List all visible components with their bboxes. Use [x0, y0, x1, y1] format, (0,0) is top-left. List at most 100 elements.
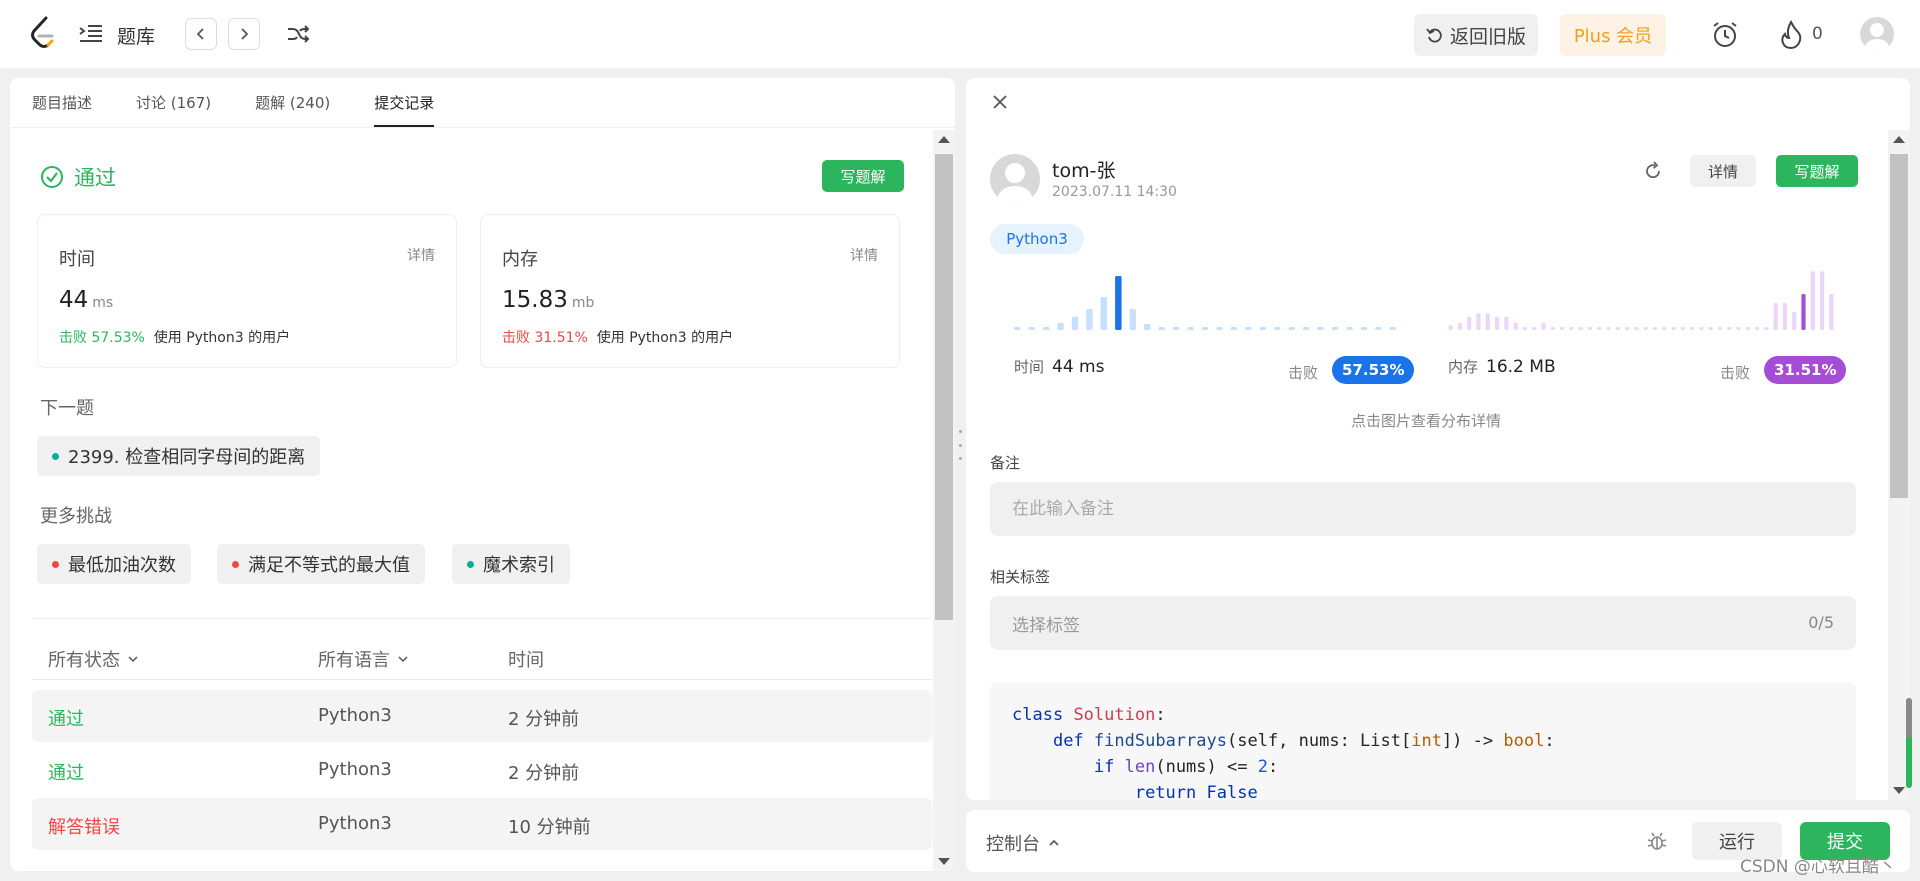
console-label: 控制台 [986, 834, 1040, 855]
handle-dot [958, 457, 962, 460]
row-language: Python3 [318, 759, 392, 780]
submitter-avatar[interactable] [990, 154, 1040, 204]
row-status[interactable]: 通过 [48, 759, 84, 785]
left-scrollbar[interactable] [933, 130, 955, 871]
histogram-bar [1671, 327, 1676, 330]
histogram-bar [1448, 325, 1453, 330]
console-toggle[interactable]: 控制台 [986, 830, 1060, 856]
histogram-bar [1317, 327, 1324, 330]
histogram-bar [1129, 309, 1136, 330]
histogram-bar [1587, 327, 1592, 330]
note-field[interactable] [990, 482, 1856, 536]
scroll-down-icon[interactable] [938, 858, 950, 865]
row-time: 2 分钟前 [508, 709, 580, 730]
histogram-bar [1820, 271, 1825, 330]
histogram-bar [1662, 327, 1667, 330]
histogram-bar [1172, 327, 1180, 330]
table-row[interactable]: 解答错误 Python3 10 分钟前 [32, 798, 932, 850]
runtime-beat: 击败 57.53% 使用 Python3 的用户 [59, 327, 290, 347]
memory-beat-pct: 31.51% [534, 330, 588, 346]
note-input[interactable] [1012, 499, 1834, 519]
tab-description[interactable]: 题目描述 [32, 92, 92, 127]
memory-distribution-chart[interactable] [1446, 270, 1836, 330]
leetcode-logo-icon[interactable] [28, 16, 58, 50]
histogram-bar [1680, 327, 1685, 330]
problem-tabs: 题目描述 讨论 (167) 题解 (240) 提交记录 [10, 78, 955, 128]
tag-select[interactable]: 选择标签 0/5 [990, 596, 1856, 650]
problem-list-icon[interactable] [78, 22, 104, 46]
chevron-left-icon [196, 28, 204, 40]
code-builtin: len [1124, 757, 1156, 777]
histogram-bar [1057, 322, 1064, 330]
write-solution-button[interactable]: 写题解 [1776, 155, 1858, 187]
scroll-up-icon[interactable] [938, 136, 950, 143]
scroll-thumb[interactable] [935, 154, 953, 620]
table-row[interactable]: 通过 Python3 2 分钟前 [32, 690, 932, 742]
tags-label: 相关标签 [990, 568, 1051, 586]
code-keyword: if [1093, 757, 1115, 777]
tab-solutions[interactable]: 题解 (240) [255, 92, 330, 127]
next-problem-chip[interactable]: 2399. 检查相同字母间的距离 [37, 436, 321, 476]
time-column-label: 时间 [508, 650, 544, 671]
scroll-down-icon[interactable] [1893, 787, 1905, 794]
submission-date: 2023.07.11 14:30 [1052, 184, 1177, 200]
runtime-detail-link[interactable]: 详情 [407, 245, 435, 265]
histogram-bar [1495, 316, 1500, 330]
histogram-bar [1578, 327, 1583, 330]
problem-bank-link[interactable]: 题库 [117, 22, 155, 49]
status-filter[interactable]: 所有状态 [48, 646, 139, 672]
histogram-bar [1071, 316, 1079, 330]
next-problem-button[interactable] [228, 18, 260, 50]
result-status: 通过 [40, 162, 116, 192]
challenge-chip[interactable]: 满足不等式的最大值 [217, 544, 425, 584]
histogram-bar [1745, 327, 1750, 330]
histogram-bar [1522, 327, 1527, 330]
old-version-button[interactable]: 返回旧版 [1414, 14, 1538, 56]
code-keyword: def [1052, 731, 1084, 751]
panel-resize-handle[interactable] [956, 430, 964, 460]
challenge-title: 满足不等式的最大值 [248, 555, 410, 576]
old-version-label: 返回旧版 [1449, 25, 1526, 48]
code-viewer[interactable]: class Solution: def findSubarrays(self, … [990, 682, 1856, 800]
row-language: Python3 [318, 705, 392, 726]
scroll-up-icon[interactable] [1893, 136, 1905, 143]
runtime-card: 时间 详情 44 ms 击败 57.53% 使用 Python3 的用户 [37, 214, 457, 368]
alarm-clock-icon[interactable] [1710, 20, 1740, 50]
row-time: 2 分钟前 [508, 763, 580, 784]
challenge-title: 魔术索引 [483, 555, 555, 576]
row-status[interactable]: 解答错误 [48, 813, 120, 839]
memory-detail-link[interactable]: 详情 [850, 245, 878, 265]
code-type: bool [1503, 731, 1545, 751]
histogram-bar [1625, 327, 1630, 330]
table-row[interactable]: 通过 Python3 2 分钟前 [32, 744, 932, 796]
memory-beat-suffix: 使用 Python3 的用户 [596, 330, 734, 346]
detail-button[interactable]: 详情 [1690, 155, 1756, 187]
submitter-name[interactable]: tom-张 [1052, 156, 1115, 183]
scroll-thumb[interactable] [1890, 154, 1908, 498]
close-icon[interactable] [990, 92, 1010, 112]
histogram-bar [1467, 316, 1472, 330]
shuffle-icon[interactable] [286, 22, 310, 46]
tab-discussion[interactable]: 讨论 (167) [136, 92, 211, 127]
runtime-distribution-chart[interactable] [1010, 270, 1400, 330]
challenge-chip[interactable]: 最低加油次数 [37, 544, 191, 584]
refresh-icon[interactable] [1642, 160, 1664, 182]
tab-submissions[interactable]: 提交记录 [374, 92, 435, 127]
histogram-bar [1550, 327, 1555, 330]
challenge-chip[interactable]: 魔术索引 [452, 544, 570, 584]
prev-problem-button[interactable] [185, 18, 217, 50]
difficulty-hard-dot [232, 560, 239, 568]
debug-bug-icon[interactable] [1646, 830, 1668, 852]
fire-icon[interactable] [1778, 20, 1804, 50]
row-status[interactable]: 通过 [48, 705, 84, 731]
plus-member-button[interactable]: Plus 会员 [1560, 14, 1666, 56]
note-label: 备注 [990, 454, 1021, 472]
runtime-label: 时间 [59, 249, 95, 270]
chevron-down-icon [128, 656, 138, 663]
language-filter[interactable]: 所有语言 [318, 646, 409, 672]
memory-label: 内存 [502, 249, 538, 270]
row-language: Python3 [318, 813, 392, 834]
write-solution-button[interactable]: 写题解 [822, 160, 904, 192]
memory-unit: mb [571, 295, 595, 311]
user-avatar[interactable] [1860, 17, 1894, 51]
